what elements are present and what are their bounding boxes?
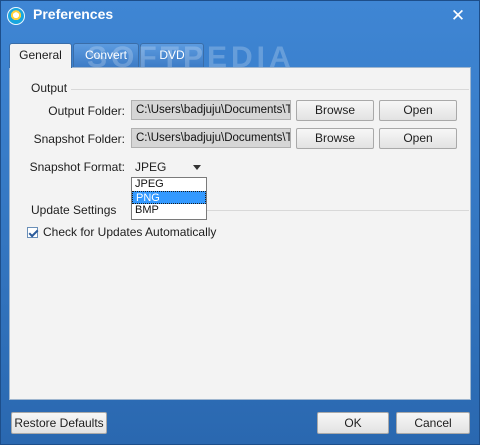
snapshot-open-button[interactable]: Open xyxy=(379,128,457,149)
app-icon xyxy=(7,7,25,25)
output-heading: Output xyxy=(31,81,68,95)
close-icon[interactable]: ✕ xyxy=(447,6,469,26)
snapshot-folder-label: Snapshot Folder: xyxy=(33,132,125,146)
auto-update-label[interactable]: Check for Updates Automatically xyxy=(43,225,216,239)
preferences-window: Preferences ✕ General Convert DVD SOFTPE… xyxy=(0,0,480,445)
output-browse-button[interactable]: Browse xyxy=(296,100,374,121)
format-option-bmp[interactable]: BMP xyxy=(132,204,206,217)
restore-defaults-button[interactable]: Restore Defaults xyxy=(11,412,107,434)
title-bar[interactable]: Preferences ✕ xyxy=(1,1,479,31)
output-divider xyxy=(71,89,469,90)
tab-convert[interactable]: Convert xyxy=(73,43,139,67)
ok-button[interactable]: OK xyxy=(317,412,389,434)
auto-update-checkbox[interactable] xyxy=(27,227,38,238)
snapshot-format-value: JPEG xyxy=(135,160,167,174)
format-option-png[interactable]: PNG xyxy=(132,191,206,204)
chevron-down-icon xyxy=(193,165,201,170)
output-open-button[interactable]: Open xyxy=(379,100,457,121)
snapshot-browse-button[interactable]: Browse xyxy=(296,128,374,149)
snapshot-format-dropdown: JPEG PNG BMP xyxy=(131,177,207,220)
snapshot-folder-field[interactable]: C:\Users\badjuju\Documents\Tipard Studio xyxy=(131,128,291,148)
snapshot-format-select[interactable]: JPEG xyxy=(131,158,207,176)
update-settings-heading: Update Settings xyxy=(31,203,117,217)
tab-general[interactable]: General xyxy=(9,43,72,68)
output-folder-label: Output Folder: xyxy=(48,104,125,118)
format-option-jpeg[interactable]: JPEG xyxy=(132,178,206,191)
cancel-button[interactable]: Cancel xyxy=(396,412,470,434)
window-title: Preferences xyxy=(33,6,114,22)
tab-dvd[interactable]: DVD xyxy=(140,43,204,67)
snapshot-format-label: Snapshot Format: xyxy=(29,160,125,174)
output-folder-field[interactable]: C:\Users\badjuju\Documents\Tipard Studio xyxy=(131,100,291,120)
